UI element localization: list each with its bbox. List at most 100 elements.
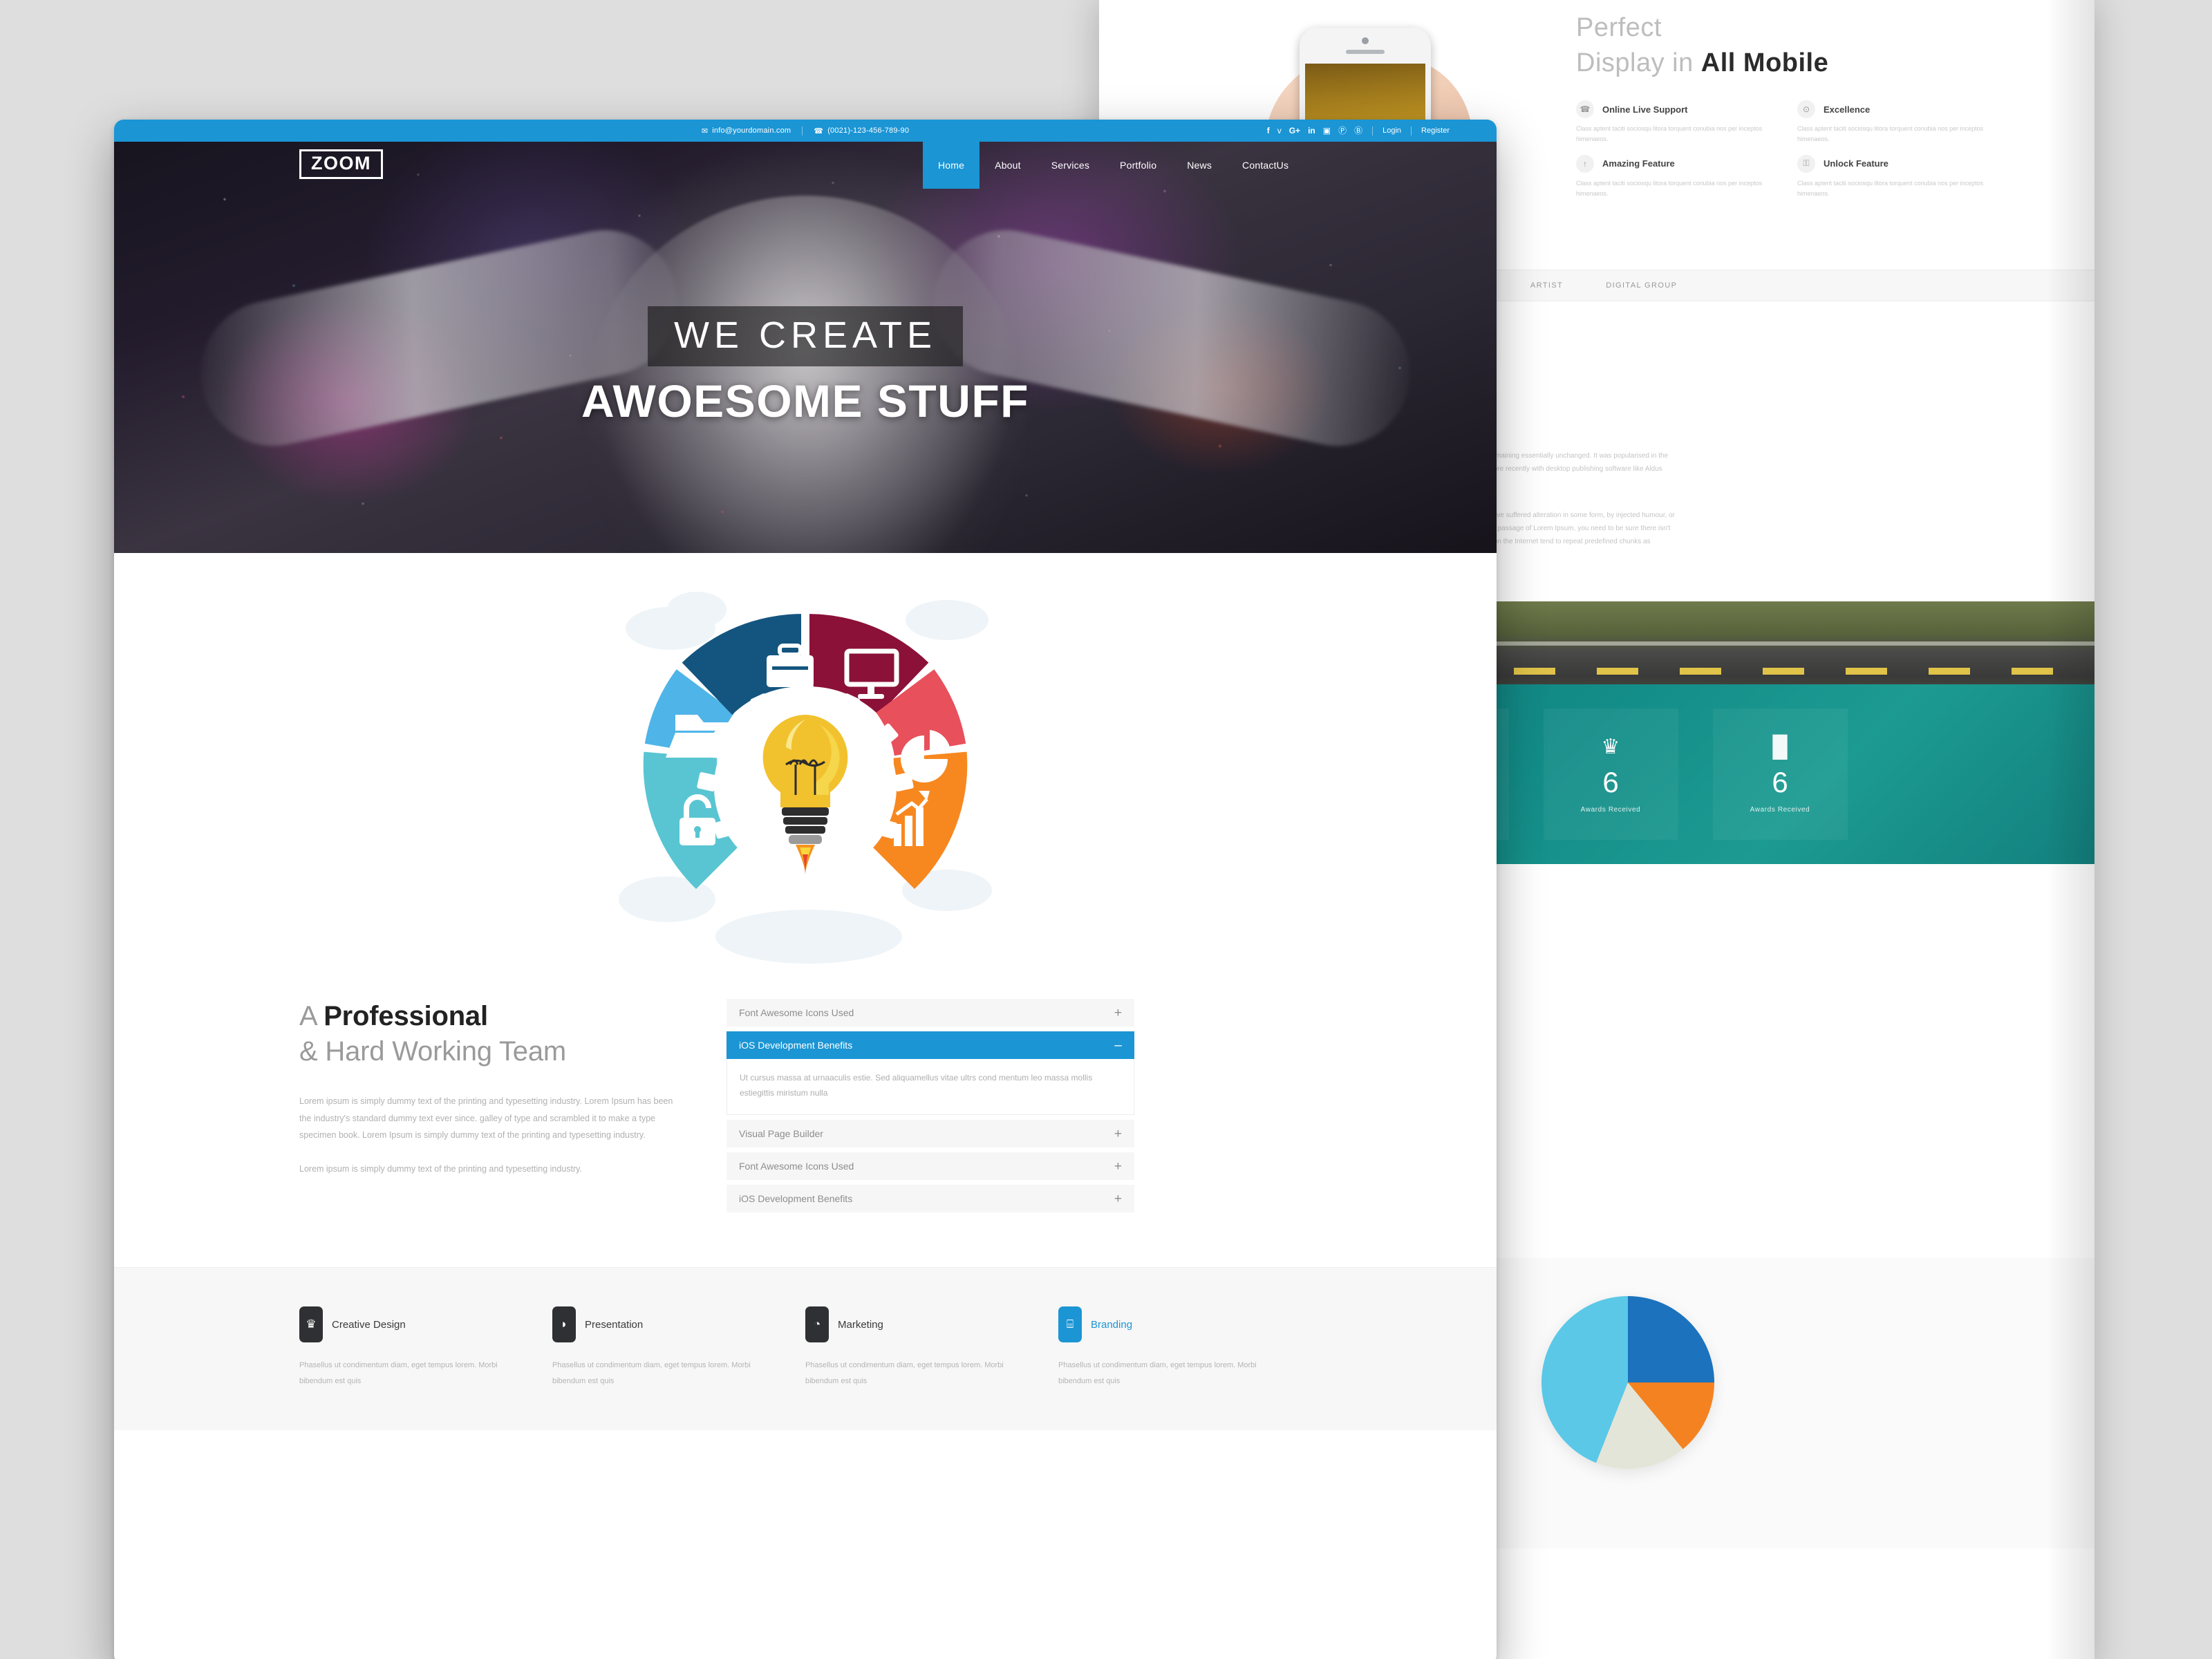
team-text-block: A Professional & Hard Working Team Lorem… (299, 999, 686, 1177)
accordion-title: Font Awesome Icons Used (739, 1161, 854, 1172)
google-plus-icon[interactable]: G+ (1289, 126, 1300, 135)
page-edge-shadow (2046, 0, 2094, 1659)
team-heading-bold: Professional (324, 1001, 488, 1031)
speedometer-icon: ◔ (805, 1306, 829, 1343)
accordion-item: Font Awesome Icons Used + (727, 1152, 1134, 1181)
service-card[interactable]: ⌸ Branding Phasellus ut condimentum diam, … (1058, 1306, 1311, 1389)
mobile-heading-bold: All Mobile (1700, 48, 1829, 78)
accordion-header[interactable]: Font Awesome Icons Used + (727, 999, 1134, 1027)
service-title: Marketing (838, 1318, 883, 1331)
topbar-divider (802, 126, 803, 135)
nav-item-home[interactable]: Home (923, 142, 980, 189)
facebook-icon[interactable]: f (1267, 126, 1270, 135)
hero-caption: WE CREATE AWOESOME STUFF (114, 306, 1497, 427)
mobile-section-heading: Perfect Display in All Mobile (1576, 10, 1828, 82)
pinterest-icon[interactable]: Ⓟ (1338, 126, 1347, 135)
accordion-header[interactable]: Visual Page Builder + (727, 1120, 1134, 1148)
accordion-header[interactable]: Font Awesome Icons Used + (727, 1152, 1134, 1181)
mobile-feature-desc: Class aptent taciti sociosqu litora torq… (1797, 125, 1984, 143)
counter-card: █ 6 Awards Received (1712, 709, 1848, 840)
front-page-mockup: ✉ info@yourdomain.com ☎ (0021)-123-456-7… (114, 120, 1497, 1659)
rocket-icon: ↑ (1576, 154, 1594, 173)
services-row: ♛ Creative Design Phasellus ut condimentum… (114, 1267, 1497, 1431)
mobile-feature-item: ⚿ Unlock Feature Class aptent taciti socio… (1797, 154, 1991, 200)
mobile-feature-title: Amazing Feature (1602, 158, 1675, 169)
accordion-item: iOS Development Benefits – Ut cursus massa… (727, 1031, 1134, 1116)
mobile-heading-line2: Display in (1576, 48, 1694, 78)
mobile-heading-line1: Perfect (1576, 13, 1662, 42)
headset-icon: ☎ (1576, 100, 1594, 118)
contact-phone[interactable]: ☎ (0021)-123-456-789-90 (814, 126, 909, 135)
linkedin-icon[interactable]: in (1308, 126, 1315, 135)
tag-icon: ◗ (552, 1306, 576, 1343)
contact-email[interactable]: ✉ info@yourdomain.com (702, 126, 791, 135)
minus-icon: – (1114, 1038, 1122, 1053)
nav-item-about[interactable]: About (980, 142, 1036, 189)
mobile-feature-desc: Class aptent taciti sociosqu litora torq… (1576, 179, 1763, 197)
accordion-header[interactable]: iOS Development Benefits – (727, 1031, 1134, 1059)
plus-icon: + (1114, 1159, 1122, 1174)
mobile-feature-item: ☎ Online Live Support Class aptent taciti … (1576, 100, 1770, 145)
service-desc: Phasellus ut condimentum diam, eget temp… (1058, 1361, 1257, 1385)
team-paragraph-2: Lorem ipsum is simply dummy text of the … (299, 1163, 582, 1174)
top-utility-bar: ✉ info@yourdomain.com ☎ (0021)-123-456-7… (114, 120, 1497, 142)
instagram-icon[interactable]: ▣ (1323, 126, 1331, 135)
service-card[interactable]: ♛ Creative Design Phasellus ut condimentum… (299, 1306, 552, 1389)
pie-chart (1541, 1296, 1714, 1469)
logo-text: ZOOM (299, 149, 383, 180)
phone-icon: ☎ (814, 126, 824, 135)
logo[interactable]: ZOOM (299, 149, 383, 180)
team-heading-line2: & Hard Working Team (299, 1036, 566, 1067)
accordion-title: iOS Development Benefits (739, 1040, 853, 1051)
service-desc: Phasellus ut condimentum diam, eget temp… (805, 1361, 1004, 1385)
counter-value: 6 (1772, 765, 1788, 798)
accordion-title: Font Awesome Icons Used (739, 1007, 854, 1018)
infographic-arc (643, 614, 968, 889)
mobile-feature-grid: ☎ Online Live Support Class aptent taciti … (1576, 100, 1991, 199)
dribbble-icon[interactable]: Ⓑ (1354, 126, 1362, 135)
team-heading-a: A (299, 1001, 317, 1031)
filter-tab-digital-group[interactable]: DIGITAL GROUP (1606, 281, 1677, 290)
hero-caption-top: WE CREATE (647, 306, 963, 366)
plus-icon: + (1114, 1191, 1122, 1206)
mobile-feature-title: Unlock Feature (1824, 158, 1888, 169)
nav-item-services[interactable]: Services (1036, 142, 1105, 189)
service-card[interactable]: ◗ Presentation Phasellus ut condimentum di… (552, 1306, 805, 1389)
accordion-header[interactable]: iOS Development Benefits + (727, 1185, 1134, 1213)
register-link[interactable]: Register (1421, 126, 1450, 135)
infographic-illustration (612, 579, 999, 970)
service-title: Presentation (585, 1318, 644, 1331)
envelope-icon: ✉ (701, 126, 709, 135)
accordion-item: iOS Development Benefits + (727, 1185, 1134, 1213)
twitter-icon[interactable]: ᴠ (1277, 126, 1282, 135)
topbar-divider-2 (1372, 126, 1374, 135)
mobile-feature-title: Online Live Support (1602, 104, 1688, 115)
filter-tab-artist[interactable]: ARTIST (1530, 281, 1563, 290)
nav-item-contactus[interactable]: ContactUs (1227, 142, 1304, 189)
bar-chart-icon: █ (1772, 735, 1788, 758)
mobile-feature-desc: Class aptent taciti sociosqu litora torq… (1576, 125, 1763, 143)
social-links[interactable]: f ᴠ G+ in ▣ Ⓟ Ⓑ (1267, 126, 1362, 135)
counter-label: Awards Received (1750, 805, 1810, 814)
phone-camera-icon (1362, 37, 1369, 44)
main-navigation[interactable]: Home About Services Portfolio News ContactUs (923, 142, 1304, 189)
hero-caption-bottom: AWOESOME STUFF (581, 375, 1029, 427)
service-title: Creative Design (332, 1318, 406, 1331)
login-link[interactable]: Login (1382, 126, 1401, 135)
accordion-item: Font Awesome Icons Used + (727, 999, 1134, 1027)
team-heading: A Professional & Hard Working Team (299, 999, 686, 1069)
nav-item-news[interactable]: News (1172, 142, 1227, 189)
lightbulb-icon: ⊙ (1797, 100, 1815, 118)
service-desc: Phasellus ut condimentum diam, eget temp… (299, 1361, 498, 1385)
accordion-item: Visual Page Builder + (727, 1120, 1134, 1148)
accordion[interactable]: Font Awesome Icons Used + iOS Development … (727, 999, 1134, 1217)
nav-item-portfolio[interactable]: Portfolio (1105, 142, 1172, 189)
main-content: A Professional & Hard Working Team Lorem… (114, 553, 1497, 1431)
counter-label: Awards Received (1580, 806, 1641, 814)
service-title: Branding (1091, 1318, 1133, 1331)
counter-card: ♛ 6 Awards Received (1543, 709, 1678, 840)
mobile-feature-item: ↑ Amazing Feature Class aptent taciti soci… (1576, 154, 1770, 200)
service-card[interactable]: ◔ Marketing Phasellus ut condimentum diam,… (805, 1306, 1058, 1389)
mobile-feature-item: ⊙ Excellence Class aptent taciti sociosqu … (1797, 100, 1991, 145)
topbar-divider-3 (1411, 126, 1412, 135)
